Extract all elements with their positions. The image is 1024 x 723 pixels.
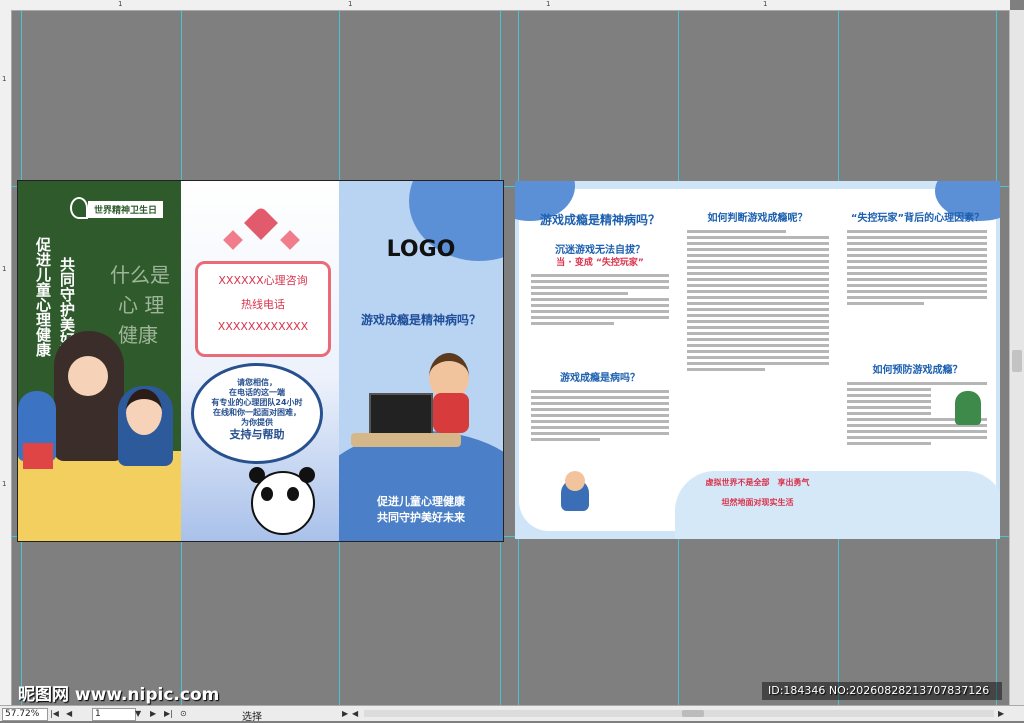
banner-line-1: 虚拟世界不是全部 享出勇气 bbox=[705, 478, 810, 487]
bubble-line: 在电话的这一端 bbox=[229, 388, 285, 397]
mental-health-day-badge: 世界精神卫生日 bbox=[88, 201, 164, 218]
front-panel-cover: LOGO 游戏成瘾是精神病吗？ 促进儿童心理健康 共同守护美好未来 bbox=[339, 181, 503, 541]
back-artboard[interactable]: 游戏成瘾是精神病吗？ 沉迷游戏无法自拔？ 当 · 变成 “失控玩家” 游戏成瘾是… bbox=[515, 181, 1000, 539]
speech-bubble: 请您相信， 在电话的这一端 有专业的心理团队24小时 在线和你一起面对困难， 为… bbox=[191, 363, 323, 464]
section-title: 游戏成瘾是病吗？ bbox=[560, 373, 640, 384]
reading-child-illustration bbox=[955, 391, 981, 425]
cover-slogan-2: 共同守护美好未来 bbox=[377, 511, 465, 524]
bubble-line: 为你提供 bbox=[241, 418, 273, 427]
hotline-number: XXXXXXXXXXXX bbox=[217, 320, 309, 333]
panda-ear bbox=[299, 467, 315, 483]
page-dropdown-icon[interactable]: ▼ bbox=[135, 709, 141, 718]
bubble-emphasis: 支持与帮助 bbox=[229, 428, 285, 441]
child-face bbox=[126, 389, 162, 435]
ruler-label: 1 bbox=[348, 0, 353, 8]
teacher-illustration bbox=[54, 331, 124, 461]
panda-ear bbox=[249, 467, 265, 483]
section-title: 如何预防游戏成瘾？ bbox=[872, 365, 963, 376]
banner-line-2: 坦然地面对现实生活 bbox=[721, 498, 794, 507]
section-title: 沉迷游戏无法自拔？ bbox=[555, 245, 645, 256]
hotline-label: 热线电话 bbox=[241, 298, 285, 311]
logo-placeholder: LOGO bbox=[386, 237, 456, 262]
body-paragraph bbox=[531, 387, 669, 444]
status-menu-icon[interactable]: ▶ bbox=[342, 709, 348, 718]
book-illustration bbox=[23, 443, 53, 469]
chalk-text-2: 心 理 bbox=[118, 293, 165, 317]
section-title: 如何判断游戏成瘾呢？ bbox=[707, 213, 808, 224]
vertical-scrollbar[interactable] bbox=[1009, 10, 1024, 705]
horizontal-ruler[interactable]: 1 1 1 1 bbox=[0, 0, 1010, 11]
heart-icon bbox=[244, 206, 278, 240]
section-subtitle: 当 · 变成 “失控玩家” bbox=[556, 258, 644, 268]
heart-icon bbox=[223, 230, 243, 250]
section-title: “失控玩家”背后的心理因素？ bbox=[850, 213, 985, 224]
zoom-field[interactable]: 57.72% bbox=[2, 708, 48, 721]
front-panel-cover-left: 世界精神卫生日 促进儿童心理健康 共同守护美好未来 什么是 心 理 健康 bbox=[18, 181, 181, 541]
bubble-line: 请您相信， bbox=[237, 378, 277, 387]
cover-slogan-1: 促进儿童心理健康 bbox=[377, 495, 465, 508]
front-panel-hotline: XXXXXX心理咨询 热线电话 XXXXXXXXXXXX 请您相信， 在电话的这… bbox=[181, 181, 339, 541]
watermark-id: ID:184346 NO:20260828213707837126 bbox=[768, 684, 990, 697]
next-page-icon[interactable]: ▶ bbox=[150, 709, 156, 718]
ribbon-icon bbox=[70, 197, 88, 219]
chalk-text-3: 健康 bbox=[118, 323, 158, 347]
scroll-left-icon[interactable]: ◀ bbox=[352, 709, 358, 718]
hotline-box: XXXXXX心理咨询 热线电话 XXXXXXXXXXXX bbox=[195, 261, 331, 357]
ruler-label: 1 bbox=[118, 0, 123, 8]
scrollbar-thumb[interactable] bbox=[1012, 350, 1022, 372]
last-page-icon[interactable]: ▶| bbox=[164, 709, 173, 718]
bubble-line: 有专业的心理团队24小时 bbox=[211, 398, 303, 407]
front-artboard[interactable]: 世界精神卫生日 促进儿童心理健康 共同守护美好未来 什么是 心 理 健康 XXX… bbox=[18, 181, 503, 541]
back-title: 游戏成瘾是精神病吗？ bbox=[539, 213, 660, 227]
criteria-list bbox=[687, 227, 829, 374]
body-paragraph bbox=[847, 227, 987, 308]
ruler-label: 1 bbox=[763, 0, 768, 8]
hotline-title: XXXXXX心理咨询 bbox=[218, 274, 308, 287]
cover-question: 游戏成瘾是精神病吗？ bbox=[360, 313, 481, 327]
ruler-label: 1 bbox=[2, 265, 7, 273]
tool-hint: 选择 bbox=[242, 712, 262, 723]
child-face bbox=[565, 471, 585, 491]
status-bar: 57.72% |◀ ◀ 1 ▼ ▶ ▶| ⊙ 选择 ▶ ◀ ▶ bbox=[0, 705, 1024, 723]
status-toggle-icon[interactable]: ⊙ bbox=[180, 709, 187, 718]
heart-icon bbox=[280, 230, 300, 250]
ruler-label: 1 bbox=[2, 480, 7, 488]
body-paragraph bbox=[531, 271, 669, 328]
desk-illustration bbox=[351, 433, 461, 447]
panda-eye bbox=[261, 487, 273, 501]
vertical-ruler[interactable]: 1 1 1 bbox=[0, 10, 12, 705]
first-page-icon[interactable]: |◀ bbox=[50, 709, 59, 718]
scroll-right-icon[interactable]: ▶ bbox=[998, 709, 1004, 718]
chalk-text-1: 什么是 bbox=[110, 263, 170, 287]
bubble-line: 在线和你一起面对困难， bbox=[213, 408, 301, 417]
panda-eye bbox=[287, 487, 299, 501]
slogan-left: 促进儿童心理健康 bbox=[34, 237, 52, 357]
gamer-body-illustration bbox=[433, 393, 469, 433]
horizontal-scrollbar[interactable] bbox=[364, 710, 994, 717]
ruler-label: 1 bbox=[2, 75, 7, 83]
watermark-site: 昵图网 www.nipic.com bbox=[18, 685, 220, 705]
prev-page-icon[interactable]: ◀ bbox=[66, 709, 72, 718]
page-number-field[interactable]: 1 bbox=[92, 708, 136, 721]
ruler-label: 1 bbox=[546, 0, 551, 8]
teacher-face bbox=[68, 356, 108, 396]
scrollbar-thumb[interactable] bbox=[682, 710, 704, 717]
